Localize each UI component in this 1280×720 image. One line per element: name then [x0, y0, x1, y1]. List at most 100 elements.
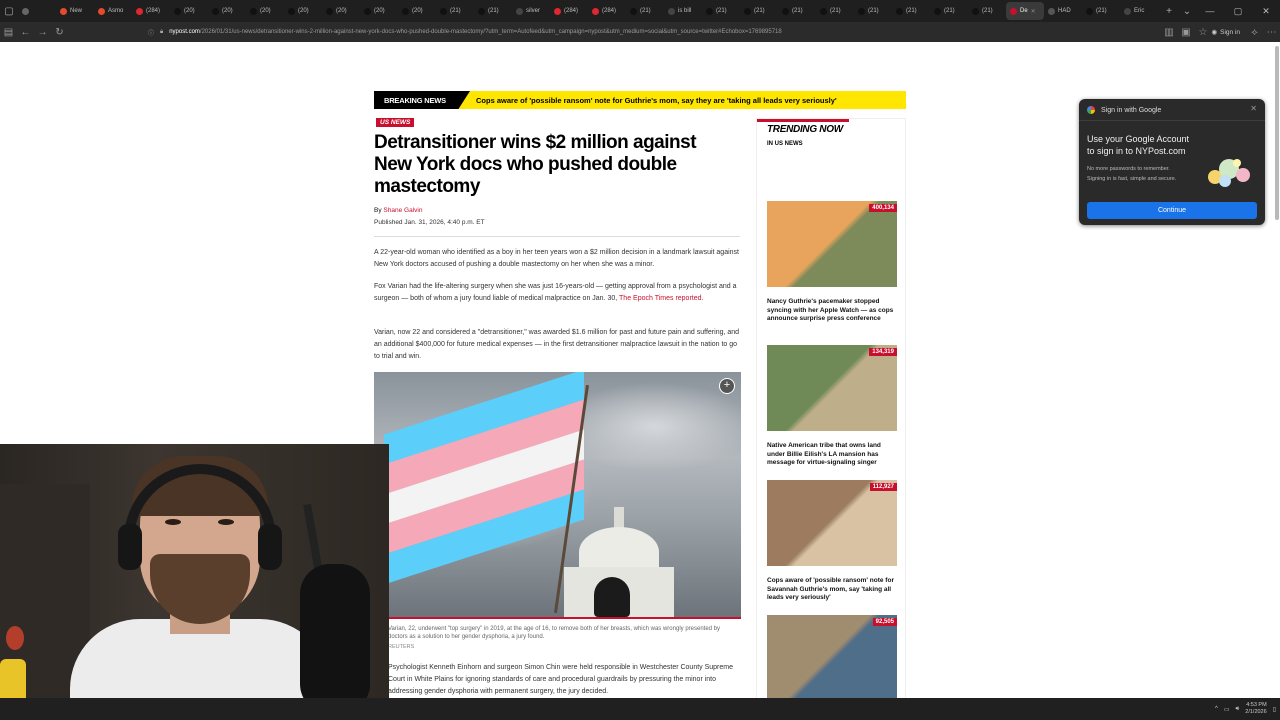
google-icon — [1087, 106, 1095, 114]
trending-card[interactable]: 92,505Savannah Guthrie's mom's ailing he… — [767, 615, 897, 698]
author-link[interactable]: Shane Galvin — [383, 207, 422, 214]
close-icon[interactable]: ✕ — [1250, 104, 1257, 113]
epoch-times-link[interactable]: The Epoch Times reported. — [619, 295, 703, 302]
network-icon[interactable]: ▭ — [1224, 706, 1230, 713]
trending-card[interactable]: 134,319 Native American tribe that owns l… — [767, 345, 897, 468]
browser-tab[interactable]: (284) — [550, 2, 588, 20]
browser-tab[interactable]: (20) — [398, 2, 436, 20]
close-window-icon[interactable]: ✕ — [1252, 6, 1280, 17]
minimize-icon[interactable]: — — [1196, 6, 1224, 16]
more-menu-icon[interactable]: ⋯ — [1263, 22, 1280, 42]
section-tag[interactable]: US NEWS — [376, 118, 415, 127]
forward-icon[interactable]: → — [34, 22, 51, 42]
tab-favicon-icon — [858, 7, 865, 15]
sidebar-toggle-icon[interactable]: ▤ — [0, 22, 17, 42]
trending-card[interactable]: 400,134 Nancy Guthrie's pacemaker stopped… — [767, 201, 897, 324]
browser-tab[interactable]: (21) — [930, 2, 968, 20]
tab-favicon-icon — [820, 7, 827, 15]
tab-label: silver — [526, 8, 541, 14]
browser-tab[interactable]: (21) — [968, 2, 1006, 20]
close-tab-icon[interactable]: ✕ — [1031, 8, 1036, 15]
tab-favicon-icon — [174, 7, 181, 15]
browser-tab[interactable]: (20) — [246, 2, 284, 20]
page-scrollbar[interactable] — [1274, 42, 1280, 698]
back-icon[interactable]: ← — [17, 22, 34, 42]
google-continue-button[interactable]: Continue — [1087, 202, 1257, 219]
person-silhouette — [594, 577, 630, 617]
info-icon: ⓘ — [148, 30, 155, 37]
volume-icon[interactable]: 🔊︎ — [1235, 706, 1239, 713]
tab-label: (20) — [222, 8, 233, 14]
trending-thumbnail[interactable]: 134,319 — [767, 345, 897, 431]
extensions-icon[interactable]: ▣ — [1177, 22, 1194, 42]
browser-tab[interactable]: (20) — [322, 2, 360, 20]
trending-headline[interactable]: Native American tribe that owns land und… — [767, 442, 897, 468]
browser-tab[interactable]: (20) — [284, 2, 322, 20]
browser-tab[interactable]: De ✕ — [1006, 2, 1044, 20]
reload-icon[interactable]: ↻ — [51, 22, 68, 42]
tab-label: (21) — [792, 8, 803, 14]
browser-tab[interactable]: New — [56, 2, 94, 20]
copilot-icon[interactable]: ⟡ — [1246, 22, 1263, 42]
trending-subtitle: IN US NEWS — [767, 141, 803, 147]
trending-title: TRENDING NOW — [767, 124, 843, 135]
browser-tab[interactable]: (21) — [740, 2, 778, 20]
browser-tab[interactable]: silver — [512, 2, 550, 20]
reader-icon[interactable]: ▥ — [1160, 22, 1177, 42]
url-field[interactable]: ⓘ 🔒︎ nypost.com/2026/01/31/us-news/detra… — [148, 24, 1156, 40]
maximize-icon[interactable]: ▢ — [1224, 6, 1252, 17]
browser-tab[interactable]: (20) — [208, 2, 246, 20]
tab-favicon-icon — [478, 7, 485, 15]
browser-tab[interactable]: (284) — [588, 2, 626, 20]
notifications-icon[interactable]: ▯ — [1273, 706, 1276, 713]
tab-favicon-icon — [896, 7, 903, 15]
browser-tab[interactable]: Asmo — [94, 2, 132, 20]
article-paragraph-2: Fox Varian had the life-altering surgery… — [374, 281, 740, 305]
browser-tab[interactable]: (21) — [436, 2, 474, 20]
browser-tab[interactable]: (21) — [854, 2, 892, 20]
browser-tab[interactable]: HAD — [1044, 2, 1082, 20]
tab-label: (21) — [754, 8, 765, 14]
tab-label: (20) — [184, 8, 195, 14]
tab-search-icon[interactable]: ⌄ — [1178, 0, 1196, 22]
browser-tab[interactable]: (21) — [474, 2, 512, 20]
browser-tab[interactable]: (284) — [132, 2, 170, 20]
trending-thumbnail[interactable]: 400,134 — [767, 201, 897, 287]
browser-tab[interactable]: (21) — [778, 2, 816, 20]
tab-favicon-icon — [934, 7, 941, 15]
browser-tab[interactable]: (21) — [816, 2, 854, 20]
tab-favicon-icon — [326, 7, 333, 15]
browser-tab[interactable]: is bill — [664, 2, 702, 20]
tab-label: (284) — [602, 8, 617, 14]
tray-chevron-icon[interactable]: ^ — [1215, 706, 1218, 712]
tab-actions-icon[interactable]: ▢ — [0, 0, 18, 22]
trending-thumbnail[interactable]: 112,927 — [767, 480, 897, 566]
tab-favicon-icon — [364, 7, 371, 15]
article-photo[interactable]: + — [374, 372, 741, 617]
breaking-news-banner[interactable]: BREAKING NEWS Cops aware of 'possible ra… — [374, 91, 906, 109]
trending-card[interactable]: 112,927 Cops aware of 'possible ransom' n… — [767, 480, 897, 603]
trending-thumbnail[interactable]: 92,505 — [767, 615, 897, 698]
browser-tab[interactable]: (21) — [892, 2, 930, 20]
browser-tab[interactable]: (20) — [170, 2, 208, 20]
expand-image-button[interactable]: + — [719, 378, 735, 394]
tab-label: (21) — [868, 8, 879, 14]
browser-signin-button[interactable]: ◉ Sign in — [1211, 28, 1240, 37]
trending-headline[interactable]: Nancy Guthrie's pacemaker stopped syncin… — [767, 298, 897, 324]
browser-tab[interactable]: (21) — [626, 2, 664, 20]
tab-label: (21) — [640, 8, 651, 14]
byline-prefix: By — [374, 207, 382, 214]
browser-tab[interactable]: Eric — [1120, 2, 1158, 20]
browser-tab[interactable]: (21) — [702, 2, 740, 20]
breaking-news-text[interactable]: Cops aware of 'possible ransom' note for… — [476, 96, 837, 105]
photo-caption: Varian, 22, underwent "top surgery" in 2… — [388, 626, 721, 640]
tab-label: (21) — [982, 8, 993, 14]
browser-tab[interactable]: (21) — [1082, 2, 1120, 20]
clock[interactable]: 4:53 PM 2/1/2026 — [1245, 702, 1266, 716]
new-tab-icon[interactable]: + — [1160, 0, 1178, 22]
scrollbar-thumb[interactable] — [1275, 46, 1279, 220]
browser-tab[interactable] — [18, 2, 56, 20]
browser-tab[interactable]: (20) — [360, 2, 398, 20]
trending-headline[interactable]: Cops aware of 'possible ransom' note for… — [767, 577, 897, 603]
favorite-star-icon[interactable]: ☆ — [1194, 22, 1211, 42]
